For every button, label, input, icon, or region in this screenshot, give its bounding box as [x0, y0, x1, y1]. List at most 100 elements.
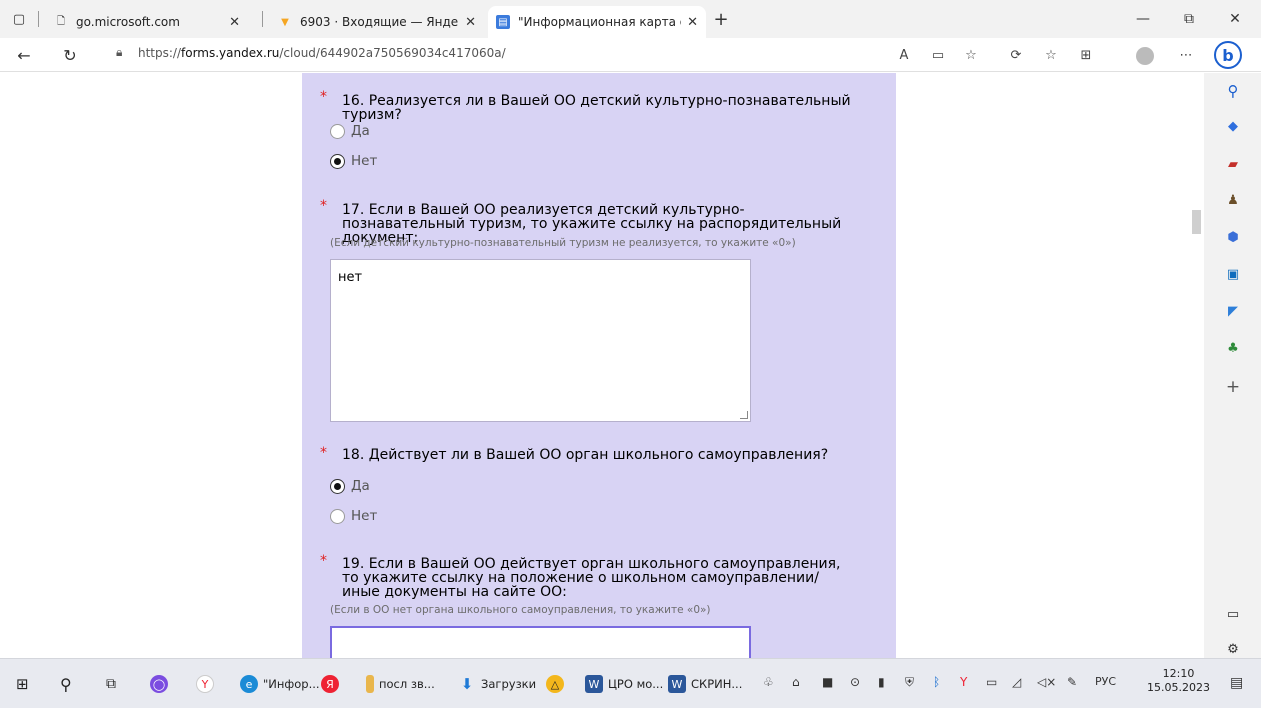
- restore-button[interactable]: ⧉: [1166, 0, 1212, 38]
- edge-icon: e: [240, 675, 258, 693]
- close-icon[interactable]: ✕: [687, 15, 698, 30]
- edge-sidebar: ⚲ ◆ ▰ ♟ ⬢ ▣ ◤ ♣ + ▭ ⚙: [1204, 73, 1261, 658]
- bing-icon[interactable]: b: [1214, 41, 1242, 69]
- option-label: Нет: [351, 153, 378, 169]
- search-icon[interactable]: ⚲: [60, 674, 72, 694]
- question-18-title: 18. Действует ли в Вашей ОО орган школьн…: [342, 447, 829, 463]
- split-screen-icon[interactable]: ▭: [1223, 604, 1243, 624]
- close-icon[interactable]: ✕: [229, 15, 240, 30]
- q17-answer-textarea[interactable]: нет: [330, 259, 751, 422]
- tray-icon-4[interactable]: ⊙: [850, 675, 860, 689]
- tray-shield-icon[interactable]: ⛨: [905, 675, 914, 690]
- bluetooth-icon[interactable]: ᛒ: [933, 675, 940, 689]
- word-icon: W: [668, 675, 686, 693]
- back-icon[interactable]: ←: [12, 43, 36, 67]
- tab-label: 6903 · Входящие — Яндекс Почт: [300, 15, 459, 29]
- q16-option-no[interactable]: Нет: [330, 153, 377, 169]
- tray-icon-1[interactable]: ♧: [763, 675, 774, 689]
- shopping-tag-icon[interactable]: ◆: [1223, 116, 1243, 136]
- add-icon[interactable]: +: [1223, 377, 1243, 397]
- app-icon[interactable]: △: [546, 674, 569, 694]
- microphone-icon[interactable]: ▮: [878, 675, 885, 689]
- language-indicator[interactable]: РУС: [1095, 675, 1116, 688]
- option-label: Да: [351, 123, 370, 139]
- tab-label: go.microsoft.com: [76, 15, 180, 29]
- taskbar-word-skrin[interactable]: W СКРИН...: [668, 674, 742, 694]
- tab-separator: [38, 11, 39, 27]
- clock-time: 12:10: [1162, 667, 1195, 680]
- q19-answer-textarea[interactable]: [330, 626, 751, 658]
- question-16-title: 16. Реализуется ли в Вашей ОО детский ку…: [342, 93, 851, 123]
- tab-bar: ▢ 🗋 go.microsoft.com ✕ ▼ 6903 · Входящие…: [0, 0, 1261, 38]
- battery-icon[interactable]: ▭: [986, 675, 997, 689]
- taskbar-downloads[interactable]: ⬇ Загрузки: [458, 674, 536, 694]
- tray-icon-3[interactable]: ■: [822, 675, 833, 689]
- resize-handle-icon[interactable]: [740, 411, 748, 419]
- collections-icon[interactable]: ⊞: [1075, 44, 1097, 66]
- tab-label: "Информационная карта общео: [518, 15, 681, 29]
- favorites-icon[interactable]: ☆: [1040, 44, 1062, 66]
- radio-selected-icon[interactable]: [330, 153, 345, 169]
- mail-icon: ▼: [281, 16, 289, 28]
- lock-icon[interactable]: 🔒︎: [116, 45, 122, 60]
- radio-selected-icon[interactable]: [330, 478, 345, 494]
- page-icon: 🗋: [56, 15, 66, 27]
- question-19-hint: (Если в ОО нет органа школьного самоупра…: [330, 604, 711, 616]
- yandex-browser-icon[interactable]: Y: [196, 674, 219, 694]
- task-view-icon[interactable]: ⧉: [106, 674, 116, 694]
- search-icon[interactable]: ⚲: [1223, 81, 1243, 101]
- taskbar-word-cro[interactable]: W ЦРО мо...: [585, 674, 663, 694]
- outlook-icon[interactable]: ▣: [1223, 264, 1243, 284]
- url-field[interactable]: https://forms.yandex.ru/cloud/644902a750…: [138, 46, 506, 60]
- option-label: Нет: [351, 508, 378, 524]
- avatar[interactable]: [1136, 47, 1154, 65]
- volume-icon[interactable]: ◁×: [1037, 675, 1056, 689]
- wifi-icon[interactable]: ◿: [1012, 675, 1021, 689]
- tools-icon[interactable]: ▰: [1223, 154, 1243, 174]
- tab-go-microsoft[interactable]: 🗋 go.microsoft.com ✕: [46, 6, 248, 38]
- settings-icon[interactable]: ⚙: [1223, 639, 1243, 659]
- send-icon[interactable]: ◤: [1223, 301, 1243, 321]
- read-aloud-icon[interactable]: A: [893, 44, 915, 66]
- download-icon: ⬇: [460, 675, 474, 693]
- minimize-button[interactable]: —: [1120, 0, 1166, 38]
- immersive-reader-icon[interactable]: ▭: [927, 44, 949, 66]
- taskbar-folder-posl[interactable]: посл зв...: [366, 674, 435, 694]
- q18-option-yes[interactable]: Да: [330, 478, 370, 494]
- answer-text: нет: [338, 270, 363, 285]
- tray-cloud-icon[interactable]: ⌂: [792, 675, 800, 689]
- start-icon[interactable]: ⊞: [16, 674, 29, 694]
- scrollbar-thumb[interactable]: [1192, 210, 1201, 234]
- new-tab-button[interactable]: +: [710, 8, 732, 30]
- pen-icon[interactable]: ✎: [1067, 675, 1077, 689]
- clock[interactable]: 12:10 15.05.2023: [1147, 667, 1210, 695]
- tree-icon[interactable]: ♣: [1223, 338, 1243, 358]
- address-bar: ← ↻ 🔒︎ https://forms.yandex.ru/cloud/644…: [0, 38, 1261, 72]
- close-window-button[interactable]: ✕: [1212, 0, 1258, 38]
- office-icon[interactable]: ⬢: [1223, 227, 1243, 247]
- taskbar-label: ЦРО мо...: [608, 677, 664, 691]
- games-icon[interactable]: ♟: [1223, 190, 1243, 210]
- required-mark: *: [320, 198, 327, 214]
- notifications-icon[interactable]: ▤: [1230, 675, 1243, 691]
- q16-option-yes[interactable]: Да: [330, 123, 370, 139]
- yandex-icon[interactable]: Я: [321, 674, 344, 694]
- taskbar-edge-forms[interactable]: e "Инфор...: [240, 674, 320, 694]
- tab-forms-active[interactable]: ▤ "Информационная карта общео ✕: [488, 6, 706, 38]
- alice-icon[interactable]: ◯: [150, 674, 173, 694]
- radio-icon[interactable]: [330, 508, 345, 524]
- more-icon[interactable]: ⋯: [1175, 44, 1197, 66]
- refresh-icon[interactable]: ↻: [58, 43, 82, 67]
- taskbar: ⊞ ⚲ ⧉ ◯ Y e "Инфор... Я посл зв... ⬇ Заг…: [0, 658, 1261, 708]
- q18-option-no[interactable]: Нет: [330, 508, 377, 524]
- required-mark: *: [320, 553, 327, 569]
- tab-actions-icon[interactable]: ▢: [8, 8, 30, 30]
- radio-icon[interactable]: [330, 123, 345, 139]
- favorite-add-icon[interactable]: ☆: [960, 44, 982, 66]
- tab-yandex-mail[interactable]: ▼ 6903 · Входящие — Яндекс Почт ✕: [270, 6, 484, 38]
- page-scrollbar[interactable]: [1190, 73, 1204, 658]
- yandex-tray-icon[interactable]: Y: [960, 675, 967, 689]
- close-icon[interactable]: ✕: [465, 15, 476, 30]
- extensions-icon[interactable]: ⟳: [1005, 44, 1027, 66]
- required-mark: *: [320, 445, 327, 461]
